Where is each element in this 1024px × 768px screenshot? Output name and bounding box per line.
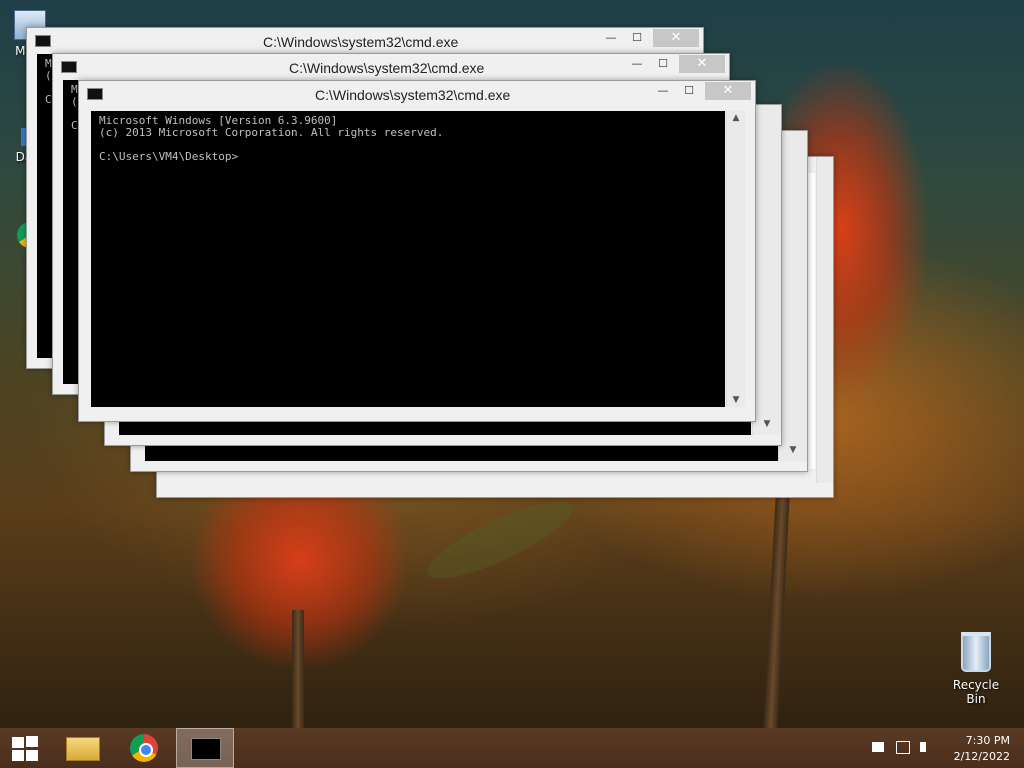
scroll-down-arrow-icon[interactable]: ▼ (753, 419, 781, 429)
title-bar[interactable]: C:\Windows\system32\cmd.exe — ☐ ✕ (79, 81, 755, 107)
network-glyph (896, 741, 910, 754)
console-area[interactable]: Microsoft Windows [Version 6.3.9600] (c)… (91, 111, 725, 407)
command-prompt-taskbar-button[interactable] (176, 728, 234, 768)
clock-time: 7:30 PM (965, 734, 1010, 747)
chrome-taskbar-button[interactable] (122, 728, 166, 768)
console-text: Microsoft Windows [Version 6.3.9600] (c)… (99, 115, 443, 163)
speaker-glyph (920, 742, 926, 752)
scroll-down-arrow-icon[interactable]: ▼ (727, 395, 745, 405)
cmd-icon (61, 61, 77, 73)
console-line: (c) 2013 Microsoft Corporation. All righ… (99, 126, 444, 139)
desktop-icon-label: Recycle Bin (952, 678, 1000, 706)
minimize-button[interactable]: — (623, 55, 651, 73)
vertical-scrollbar[interactable]: ▼ (778, 131, 807, 461)
folder-icon (66, 737, 100, 761)
title-bar[interactable]: C:\Windows\system32\cmd.exe — ☐ ✕ (53, 54, 729, 80)
desktop-icon-recycle-bin[interactable]: Recycle Bin (944, 632, 1008, 706)
cmd-icon (87, 88, 103, 100)
chrome-icon-center (139, 743, 153, 757)
file-explorer-button[interactable] (60, 728, 104, 768)
windows-logo-icon (26, 750, 38, 761)
clock[interactable]: 7:30 PM 2/12/2022 (940, 728, 1010, 768)
window-title: C:\Windows\system32\cmd.exe (315, 87, 511, 103)
maximize-button[interactable]: ☐ (675, 82, 703, 100)
vertical-scrollbar[interactable]: ▼ (752, 105, 781, 435)
clock-date: 2/12/2022 (953, 750, 1010, 763)
console-prompt: C:\Users\VM4\Desktop> (99, 150, 239, 163)
maximize-button[interactable]: ☐ (623, 29, 651, 47)
windows-logo-icon (26, 736, 38, 747)
windows-logo-icon (12, 737, 24, 748)
volume-muted-icon[interactable] (916, 728, 936, 768)
title-bar[interactable]: C:\Windows\system32\cmd.exe — ☐ ✕ (27, 28, 703, 54)
recycle-bin-icon (961, 632, 991, 672)
vertical-scrollbar[interactable] (816, 157, 833, 483)
action-center-flag-icon[interactable] (868, 728, 888, 768)
leaf (419, 488, 581, 592)
close-button[interactable]: ✕ (653, 29, 699, 47)
window-title: C:\Windows\system32\cmd.exe (263, 34, 459, 50)
close-button[interactable]: ✕ (705, 82, 751, 100)
maximize-button[interactable]: ☐ (649, 55, 677, 73)
start-button[interactable] (8, 728, 42, 768)
cmd-icon (35, 35, 51, 47)
scroll-up-arrow-icon[interactable]: ▲ (727, 113, 745, 123)
cmd-window-active[interactable]: C:\Windows\system32\cmd.exe — ☐ ✕ Micros… (78, 80, 756, 422)
flag-icon (872, 742, 884, 752)
minimize-button[interactable]: — (597, 29, 625, 47)
vertical-scrollbar[interactable]: ▲ ▼ (726, 111, 745, 407)
minimize-button[interactable]: — (649, 82, 677, 100)
window-title: C:\Windows\system32\cmd.exe (289, 60, 485, 76)
network-icon[interactable] (892, 728, 912, 768)
windows-logo-icon (12, 750, 24, 761)
flower-stem (763, 479, 791, 728)
flower-stem (292, 610, 304, 728)
close-button[interactable]: ✕ (679, 55, 725, 73)
cmd-icon (191, 738, 221, 760)
scroll-down-arrow-icon[interactable]: ▼ (779, 445, 807, 455)
taskbar: 7:30 PM 2/12/2022 (0, 728, 1024, 768)
